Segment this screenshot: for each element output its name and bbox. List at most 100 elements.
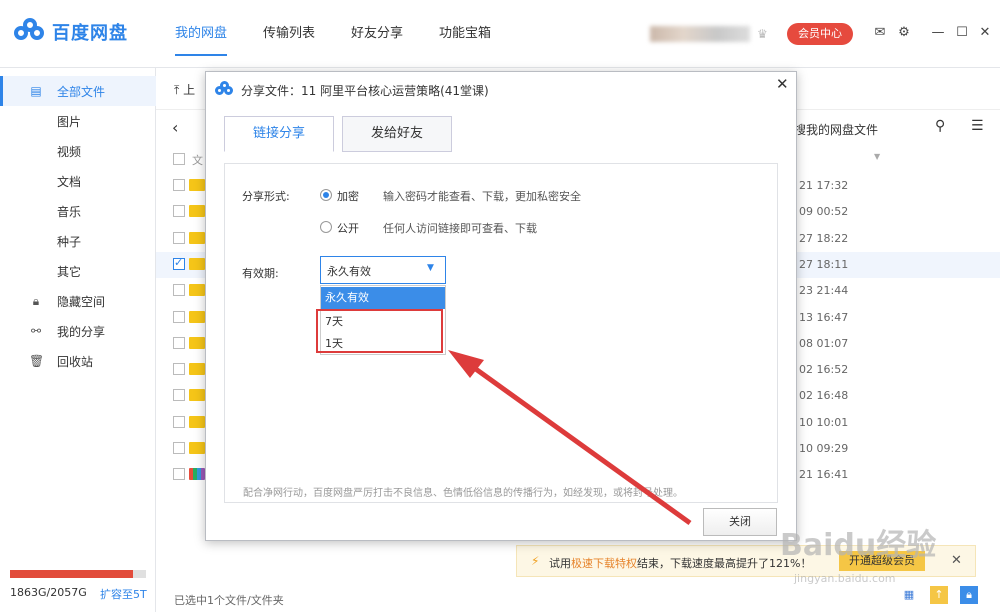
- sidebar: ▤ 全部文件 图片 视频 文档 音乐 种子 其它 🔒︎ 隐藏空间 ⚯ 我的分享 …: [0, 68, 156, 612]
- folder-icon: [189, 231, 205, 244]
- folder-icon: [189, 284, 205, 297]
- minimize-icon[interactable]: —: [930, 25, 946, 41]
- share-form-label: 分享形式:: [242, 190, 290, 203]
- back-arrow-icon[interactable]: ‹: [172, 118, 178, 137]
- row-modified-date: 21 16:41: [799, 468, 849, 482]
- crown-icon: ♛: [757, 27, 768, 41]
- row-checkbox[interactable]: [173, 284, 185, 297]
- dialog-title: 分享文件：11 阿里平台核心运营策略(41堂课): [241, 84, 489, 98]
- sidebar-item-recycle-bin[interactable]: 🗑︎ 回收站: [0, 346, 156, 376]
- storage-text: 1863G/2057G: [10, 586, 87, 599]
- radio-private[interactable]: [320, 189, 332, 201]
- row-checkbox[interactable]: [173, 205, 185, 218]
- baidu-jingyan-watermark: Baidu经验 jingyan.baidu.com: [780, 528, 937, 585]
- annotation-highlight-box: [316, 309, 443, 353]
- sidebar-item-all-files[interactable]: ▤ 全部文件: [0, 76, 156, 106]
- row-modified-date: 13 16:47: [799, 310, 849, 324]
- row-modified-date: 10 09:29: [799, 442, 849, 455]
- sort-caret-icon[interactable]: ▼: [874, 152, 880, 161]
- sidebar-item-video[interactable]: 视频: [0, 136, 156, 166]
- sidebar-item-images[interactable]: 图片: [0, 106, 156, 136]
- folder-icon: [189, 363, 205, 376]
- username-blurred[interactable]: [650, 26, 750, 42]
- dialog-close-button[interactable]: 关闭: [703, 508, 777, 536]
- row-modified-date: 09 00:52: [799, 205, 849, 219]
- row-checkbox[interactable]: [173, 336, 185, 349]
- notice-text: 试用极速下载特权结束，下载速度最高提升了121%！: [549, 557, 812, 570]
- row-checkbox[interactable]: [173, 179, 185, 191]
- tab-link-share[interactable]: 链接分享: [224, 116, 334, 152]
- share-icon: ⚯: [30, 324, 42, 338]
- validity-label: 有效期:: [242, 267, 279, 280]
- validity-select[interactable]: 永久有效 ▼: [320, 256, 446, 284]
- radio-private-desc: 输入密码才能查看、下载，更加私密安全: [383, 190, 581, 203]
- app-logo[interactable]: 百度网盘: [14, 18, 128, 46]
- file-icon: ▤: [30, 84, 42, 98]
- nav-transfer-list[interactable]: 传输列表: [263, 0, 315, 68]
- sidebar-item-my-share[interactable]: ⚯ 我的分享: [0, 316, 156, 346]
- row-checkbox[interactable]: [173, 231, 185, 244]
- row-modified-date: 21 17:32: [799, 179, 849, 192]
- row-modified-date: 08 01:07: [799, 336, 849, 350]
- maximize-icon[interactable]: ☐: [954, 25, 970, 41]
- folder-icon: [189, 389, 205, 402]
- lock-icon: 🔒︎: [32, 294, 40, 308]
- select-all-checkbox[interactable]: [173, 153, 185, 165]
- radio-private-label[interactable]: 加密: [337, 188, 359, 204]
- row-checkbox[interactable]: [173, 415, 185, 428]
- nav-friend-share[interactable]: 好友分享: [351, 0, 403, 68]
- row-modified-date: 27 18:22: [799, 231, 849, 245]
- storage-usage-bar: [10, 570, 146, 578]
- expand-storage-link[interactable]: 扩容至5T: [100, 586, 147, 602]
- nav-my-disk[interactable]: 我的网盘: [175, 0, 228, 68]
- main-nav: 我的网盘 传输列表 好友分享 功能宝箱: [175, 0, 527, 68]
- share-dialog: 分享文件：11 阿里平台核心运营策略(41堂课) ✕ 链接分享 发给好友 分享形…: [205, 71, 797, 541]
- cloud-logo-icon: [14, 18, 46, 46]
- row-checkbox[interactable]: [173, 256, 185, 270]
- folder-icon: [189, 310, 205, 323]
- sidebar-item-hidden-space[interactable]: 🔒︎ 隐藏空间: [0, 286, 156, 316]
- header-filename: 文: [192, 154, 203, 167]
- dialog-title-bar: 分享文件：11 阿里平台核心运营策略(41堂课) ✕: [206, 72, 796, 106]
- link-share-panel: 分享形式: 加密 输入密码才能查看、下载，更加私密安全 公开 任何人访问链接即可…: [224, 163, 778, 503]
- search-icon[interactable]: ⚲: [935, 118, 945, 134]
- disclaimer-text: 配合净网行动，百度网盘严厉打击不良信息、色情低俗信息的传播行为，如经发现，或将封…: [243, 488, 683, 499]
- row-modified-date: 27 18:11: [799, 257, 849, 271]
- sidebar-item-docs[interactable]: 文档: [0, 166, 156, 196]
- row-checkbox[interactable]: [173, 389, 185, 402]
- radio-public[interactable]: [320, 221, 332, 233]
- folder-icon: [189, 257, 205, 270]
- lightning-icon: ⚡: [531, 554, 540, 568]
- row-checkbox[interactable]: [173, 468, 185, 481]
- radio-public-desc: 任何人访问链接即可查看、下载: [383, 222, 537, 235]
- option-permanent[interactable]: 永久有效: [321, 287, 445, 309]
- cloud-logo-icon: [215, 81, 233, 97]
- logo-text: 百度网盘: [52, 23, 128, 44]
- folder-icon: [189, 336, 205, 349]
- vip-center-button[interactable]: 会员中心: [787, 23, 853, 45]
- list-view-icon[interactable]: ☰: [971, 118, 984, 134]
- close-icon[interactable]: ✕: [977, 25, 993, 41]
- folder-icon: [189, 179, 205, 191]
- row-checkbox[interactable]: [173, 442, 185, 454]
- gear-icon[interactable]: ⚙: [896, 25, 912, 41]
- folder-icon: [189, 205, 205, 218]
- row-modified-date: 10 10:01: [799, 415, 849, 429]
- radio-public-label[interactable]: 公开: [337, 220, 359, 236]
- upload-button[interactable]: ⤒ 上: [174, 81, 195, 98]
- row-checkbox[interactable]: [173, 363, 185, 376]
- archive-icon: [189, 468, 205, 481]
- dialog-close-icon[interactable]: ✕: [776, 75, 789, 93]
- sidebar-item-torrent[interactable]: 种子: [0, 226, 156, 256]
- row-modified-date: 02 16:52: [799, 363, 849, 377]
- mail-icon[interactable]: ✉: [872, 25, 888, 41]
- row-checkbox[interactable]: [173, 310, 185, 323]
- nav-toolbox[interactable]: 功能宝箱: [439, 0, 491, 68]
- sidebar-item-other[interactable]: 其它: [0, 256, 156, 286]
- selection-status: 已选中1个文件/文件夹: [174, 594, 284, 607]
- search-input[interactable]: 搜我的网盘文件: [794, 121, 878, 138]
- row-modified-date: 02 16:48: [799, 389, 849, 403]
- sidebar-item-music[interactable]: 音乐: [0, 196, 156, 226]
- chevron-down-icon: ▼: [427, 263, 434, 273]
- tab-send-friend[interactable]: 发给好友: [342, 116, 452, 152]
